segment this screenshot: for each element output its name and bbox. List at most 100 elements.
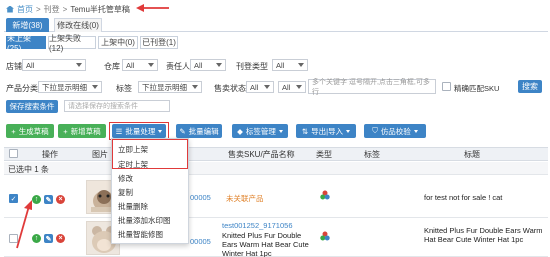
category-label: 产品分类: [6, 84, 38, 93]
keyword-input-placeholder: 多个关键字 逗号隔开,点击三角框,可多行: [312, 78, 430, 96]
home-icon[interactable]: [6, 5, 14, 13]
tag-manage-label: 标签管理: [245, 126, 276, 136]
batch-edit-button[interactable]: ✎ 批量编辑: [176, 124, 222, 138]
subtab-list-failed[interactable]: 上架失败(12): [48, 34, 96, 53]
field-select-value: All: [282, 82, 291, 92]
tag-label: 标签: [116, 84, 132, 93]
generate-draft-button[interactable]: + 生成草稿: [6, 124, 54, 138]
sale-status-label: 售卖状态: [214, 84, 246, 93]
row-sku-link[interactable]: 00005: [190, 237, 211, 246]
listing-type-select-value: All: [276, 60, 285, 70]
warehouse-select-value: All: [126, 60, 135, 70]
search-button[interactable]: 搜索: [518, 80, 542, 93]
chevron-down-icon: [148, 63, 154, 67]
generate-draft-label: 生成草稿: [18, 126, 49, 136]
breadcrumb-separator: >: [62, 4, 68, 14]
chevron-down-icon: [192, 85, 198, 89]
delete-icon[interactable]: ×: [56, 234, 65, 243]
breadcrumb-current: Temu半托管草稿: [70, 4, 130, 14]
plus-icon: +: [63, 126, 68, 136]
menu-item-copy[interactable]: 复制: [118, 187, 133, 198]
saved-condition-select[interactable]: 请选择保存的搜索条件: [64, 100, 170, 112]
new-draft-button[interactable]: + 新增草稿: [58, 124, 106, 138]
owner-select-value: All: [194, 60, 203, 70]
menu-item-modify[interactable]: 修改: [118, 173, 133, 184]
breadcrumb-home[interactable]: 首页: [17, 4, 33, 15]
selected-count: 已选中 1 条: [8, 165, 49, 174]
import-export-label: 导出|导入: [311, 126, 344, 136]
subtab-not-listed[interactable]: 未上架(25): [6, 34, 46, 53]
product-type-icon: [320, 190, 330, 202]
owner-label: 责任人: [166, 62, 190, 71]
subtab-listed[interactable]: 已刊登(1): [140, 36, 178, 49]
row-sku-link[interactable]: 00005: [190, 193, 211, 202]
subtab-listing[interactable]: 上架中(0): [98, 36, 138, 49]
chevron-down-icon: [298, 63, 304, 67]
menu-item-batch-delete[interactable]: 批量删除: [118, 201, 148, 212]
edit-icon[interactable]: ✎: [44, 195, 53, 204]
column-tags: 标签: [364, 150, 380, 159]
sale-status-select[interactable]: All: [246, 81, 274, 93]
tag-manage-button[interactable]: ◆ 标签管理: [232, 124, 288, 138]
delete-icon[interactable]: ×: [56, 195, 65, 204]
copy-check-label: 仿品校验: [380, 126, 411, 136]
chevron-down-icon: [346, 129, 351, 133]
import-export-button[interactable]: ⇅ 导出|导入: [296, 124, 356, 138]
annotation-arrow: [136, 4, 169, 12]
edit-icon[interactable]: ✎: [44, 234, 53, 243]
edit-icon: ✎: [179, 126, 186, 136]
category-select-value: 下拉显示明细: [42, 82, 87, 92]
save-condition-button[interactable]: 保存搜索条件: [6, 100, 58, 113]
product-type-icon: [320, 231, 330, 243]
saved-condition-placeholder: 请选择保存的搜索条件: [68, 103, 138, 110]
column-image: 图片: [92, 150, 108, 159]
chevron-down-icon: [216, 63, 222, 67]
tag-select-value: 下拉显示明细: [142, 82, 187, 92]
owner-select[interactable]: All: [190, 59, 226, 71]
store-label: 店铺: [6, 62, 22, 71]
tag-icon: ◆: [237, 126, 243, 136]
menu-item-batch-watermark[interactable]: 批量添加水印图: [118, 215, 171, 226]
chevron-down-icon: [413, 129, 418, 133]
chevron-down-icon: [264, 85, 270, 89]
annotation-highlight: [112, 139, 188, 169]
warehouse-label: 仓库: [104, 62, 120, 71]
tab-modify-online[interactable]: 修改在线(0): [54, 18, 102, 32]
row-product-name[interactable]: 未关联产品: [226, 193, 264, 204]
chevron-down-icon: [296, 85, 302, 89]
menu-item-batch-smart-retouch[interactable]: 批量智能修图: [118, 229, 163, 240]
exact-sku-checkbox[interactable]: [442, 82, 451, 91]
chevron-down-icon: [92, 85, 98, 89]
selection-bar: [4, 162, 548, 175]
chevron-down-icon: [278, 129, 283, 133]
store-select-value: All: [26, 60, 35, 70]
category-select[interactable]: 下拉显示明细: [38, 81, 102, 93]
sale-status-select-value: All: [250, 82, 259, 92]
keyword-input[interactable]: 多个关键字 逗号隔开,点击三角框,可多行: [308, 78, 436, 96]
breadcrumb-listing[interactable]: 刊登: [44, 4, 60, 15]
row-product-name: Knitted Plus Fur Double Ears Warm Hat Be…: [222, 231, 309, 257]
annotation-arrow: [16, 200, 32, 249]
row-sku[interactable]: test001252_9171056: [222, 221, 293, 230]
select-all-checkbox[interactable]: [9, 149, 18, 158]
batch-edit-label: 批量编辑: [188, 126, 219, 136]
new-draft-label: 新增草稿: [70, 126, 101, 136]
warehouse-select[interactable]: All: [122, 59, 158, 71]
shield-icon: ⛉: [372, 126, 378, 135]
copy-check-button[interactable]: ⛉ 仿品校验: [364, 124, 426, 138]
listing-type-label: 刊登类型: [236, 62, 268, 71]
column-sku-name: 售卖SKU/产品名称: [228, 150, 295, 159]
exact-sku-label: 精确匹配SKU: [454, 84, 500, 93]
store-select[interactable]: All: [22, 59, 86, 71]
row-title: for test not for sale ! cat: [424, 193, 503, 202]
breadcrumb: 首页 > 刊登 > Temu半托管草稿: [6, 3, 130, 15]
tag-select[interactable]: 下拉显示明细: [138, 81, 202, 93]
row-title: Knitted Plus Fur Double Ears Warm Hat Be…: [424, 226, 543, 244]
listing-type-select[interactable]: All: [272, 59, 308, 71]
chevron-down-icon: [76, 63, 82, 67]
column-title: 标题: [464, 150, 480, 159]
upload-icon: ⇅: [301, 126, 309, 136]
tab-new[interactable]: 新增(38): [6, 18, 49, 32]
field-select[interactable]: All: [278, 81, 306, 93]
plus-icon: +: [11, 126, 16, 136]
